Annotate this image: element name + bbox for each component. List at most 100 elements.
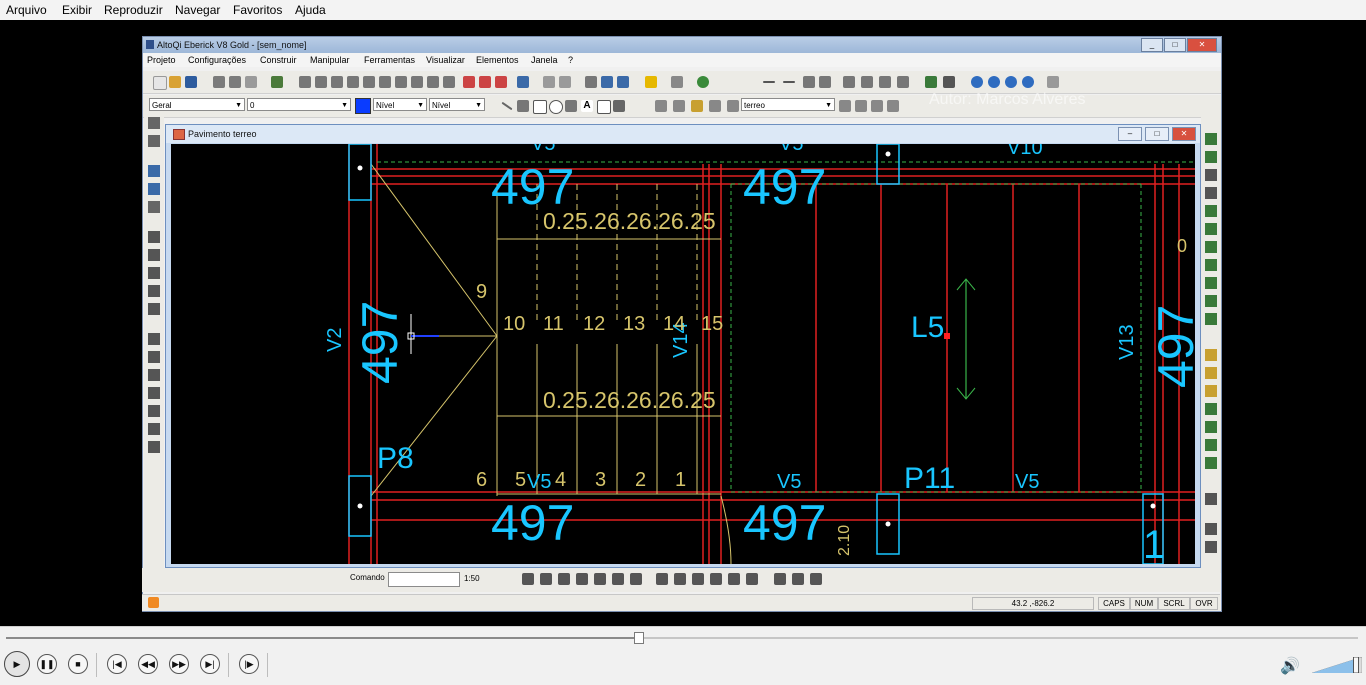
text-icon[interactable]: A [581,100,593,112]
app-menu-help[interactable]: ? [568,55,573,65]
snap-icon[interactable] [558,573,570,585]
tool-icon[interactable] [347,76,359,88]
tool-icon[interactable] [585,76,597,88]
seek-thumb[interactable] [633,632,644,644]
tool-icon[interactable] [1205,313,1217,325]
tool-icon[interactable] [443,76,455,88]
snap-icon[interactable] [540,573,552,585]
new-file-icon[interactable] [153,76,167,90]
tool-icon[interactable] [1205,439,1217,451]
menu-reproduzir[interactable]: Reproduzir [104,3,163,17]
snap-icon[interactable] [692,573,704,585]
tool-icon[interactable] [363,76,375,88]
tool-icon[interactable] [315,76,327,88]
app-menu-configuracoes[interactable]: Configurações [188,55,246,65]
snap-icon[interactable] [522,573,534,585]
arc-icon[interactable] [565,100,577,112]
tool-icon[interactable] [1205,385,1217,397]
snap-icon[interactable] [630,573,642,585]
tool-icon[interactable] [1047,76,1059,88]
app-menu-construir[interactable]: Construir [260,55,297,65]
tool-icon[interactable] [1205,295,1217,307]
zoom-all-icon[interactable] [1022,76,1034,88]
command-input[interactable] [388,572,460,587]
snap-icon[interactable] [810,573,822,585]
tool-icon[interactable] [229,76,241,88]
snap-icon[interactable] [774,573,786,585]
tool-icon[interactable] [897,76,909,88]
forward-button[interactable]: ▶▶ [169,654,189,674]
tool-icon[interactable] [839,100,851,112]
tool-icon[interactable] [1205,493,1217,505]
tool-icon[interactable] [271,76,283,88]
minimize-icon[interactable]: _ [1141,38,1163,52]
lightning-icon[interactable] [645,76,657,88]
line-icon[interactable] [763,81,775,83]
tool-icon[interactable] [148,405,160,417]
tool-icon[interactable] [925,76,937,88]
maximize-icon[interactable]: □ [1145,127,1169,141]
tool-icon[interactable] [148,249,160,261]
tool-icon[interactable] [148,387,160,399]
tool-icon[interactable] [148,117,160,129]
tool-icon[interactable] [148,303,160,315]
tool-icon[interactable] [709,100,721,112]
volume-knob[interactable] [1353,657,1359,673]
app-menu-manipular[interactable]: Manipular [310,55,350,65]
tool-icon[interactable] [855,100,867,112]
tool-icon[interactable] [673,100,685,112]
app-menu-elementos[interactable]: Elementos [476,55,519,65]
tool-icon[interactable] [655,100,667,112]
snap-icon[interactable] [710,573,722,585]
level-select-2[interactable]: Nível ▼ [429,98,485,111]
maximize-icon[interactable]: □ [1164,38,1186,52]
tool-icon[interactable] [887,100,899,112]
value-select[interactable]: 0 ▼ [247,98,351,111]
tool-icon[interactable] [331,76,343,88]
tool-icon[interactable] [148,351,160,363]
polyline-icon[interactable] [517,100,529,112]
tool-icon[interactable] [691,100,703,112]
tool-icon[interactable] [1205,151,1217,163]
menu-ajuda[interactable]: Ajuda [295,3,326,17]
tool-icon[interactable] [395,76,407,88]
tool-icon[interactable] [148,333,160,345]
tool-icon[interactable] [463,76,475,88]
tool-icon[interactable] [843,76,855,88]
floor-select[interactable]: terreo ▼ [741,98,835,111]
tool-icon[interactable] [148,285,160,297]
snap-icon[interactable] [576,573,588,585]
menu-exibir[interactable]: Exibir [62,3,92,17]
tool-icon[interactable] [1205,223,1217,235]
app-menu-visualizar[interactable]: Visualizar [426,55,465,65]
rewind-button[interactable]: ◀◀ [138,654,158,674]
zoom-window-icon[interactable] [988,76,1000,88]
tool-icon[interactable] [1205,421,1217,433]
open-folder-icon[interactable] [169,76,181,88]
tool-icon[interactable] [213,76,225,88]
print-icon[interactable] [245,76,257,88]
tool-icon[interactable] [671,76,683,88]
snap-icon[interactable] [656,573,668,585]
tool-icon[interactable] [299,76,311,88]
tool-icon[interactable] [1205,205,1217,217]
layer-select[interactable]: Geral ▼ [149,98,245,111]
tool-icon[interactable] [727,100,739,112]
tool-icon[interactable] [427,76,439,88]
tool-icon[interactable] [379,76,391,88]
previous-button[interactable]: |◀ [107,654,127,674]
tool-icon[interactable] [148,423,160,435]
stop-button[interactable]: ■ [68,654,88,674]
tool-icon[interactable] [148,135,160,147]
tool-icon[interactable] [148,441,160,453]
play-button[interactable]: ▶ [4,651,30,677]
circle-icon[interactable] [549,100,563,114]
tool-icon[interactable] [517,76,529,88]
pause-button[interactable]: ❚❚ [37,654,57,674]
seek-bar[interactable] [6,632,1358,644]
tool-icon[interactable] [819,76,831,88]
close-icon[interactable]: ✕ [1187,38,1217,52]
pick-icon[interactable] [613,100,625,112]
tool-icon[interactable] [601,76,613,88]
zoom-in-icon[interactable] [971,76,983,88]
